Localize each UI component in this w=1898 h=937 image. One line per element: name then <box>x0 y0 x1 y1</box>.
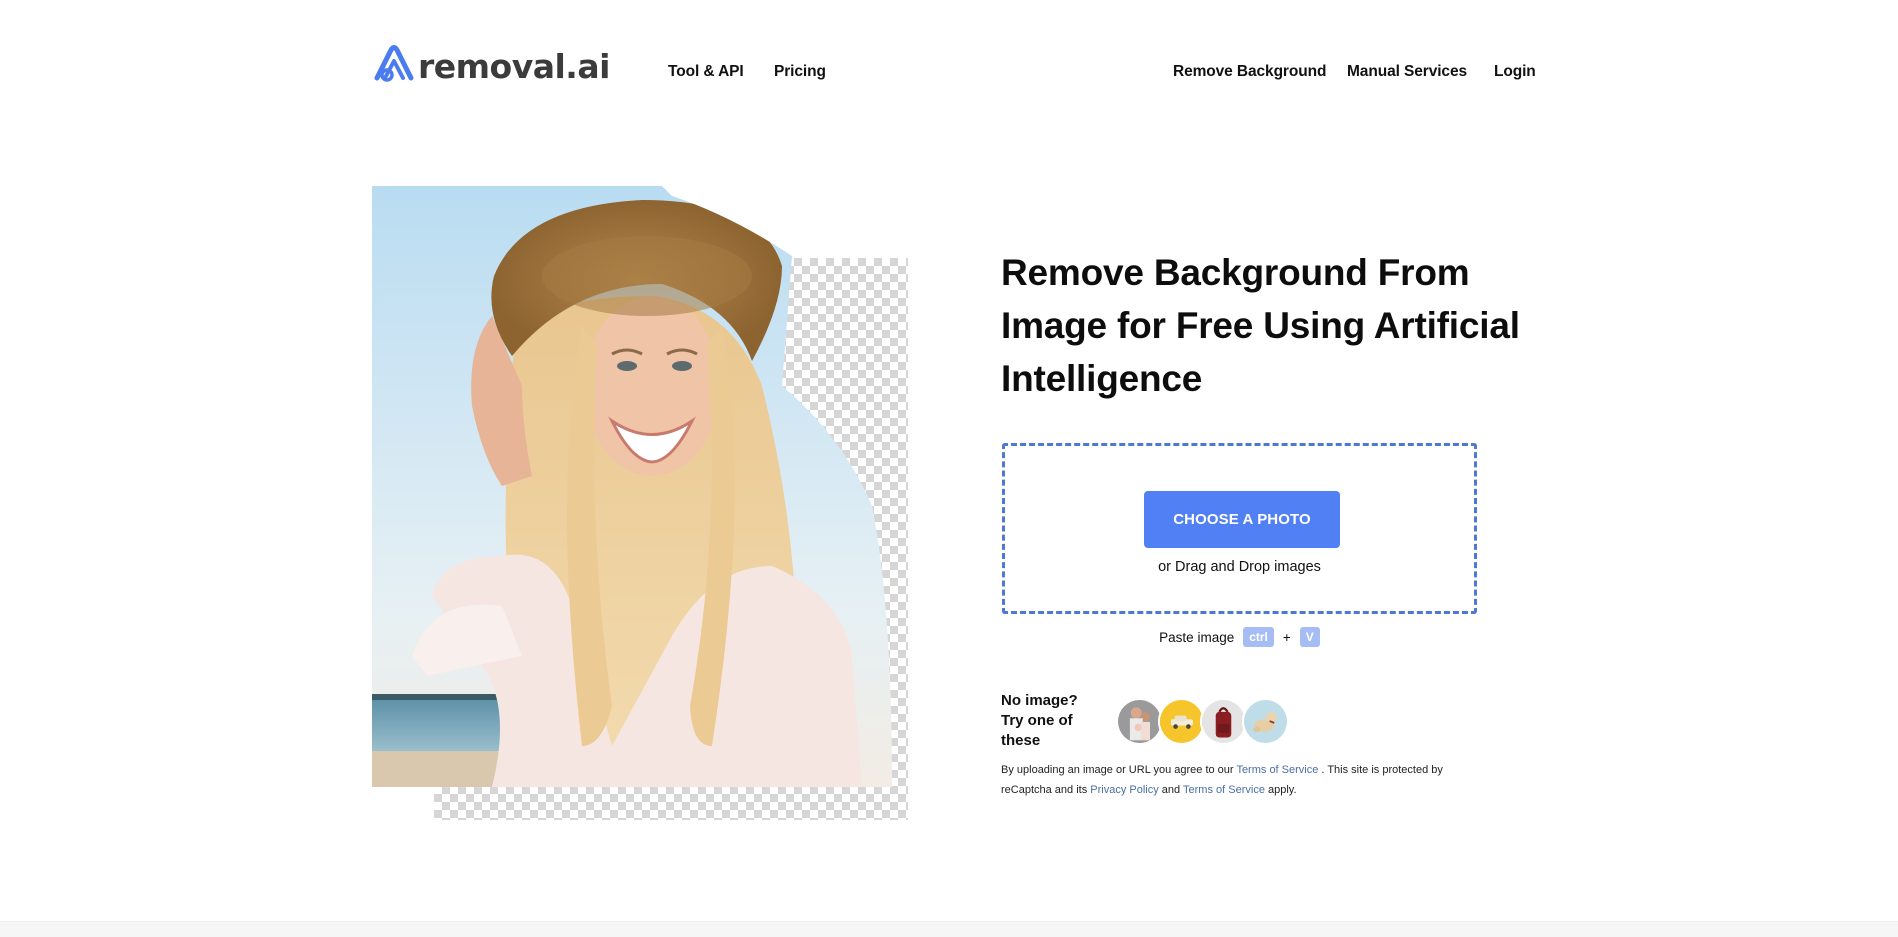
logo-icon <box>374 45 414 82</box>
logo-text: removal.ai <box>418 46 610 86</box>
sample-family-thumbnail[interactable] <box>1116 697 1163 745</box>
sample-prompt: No image? Try one of these <box>1001 691 1116 751</box>
site-header: removal.ai Tool & API Pricing Remove Bac… <box>0 0 1898 140</box>
privacy-policy-link[interactable]: Privacy Policy <box>1090 784 1158 796</box>
recaptcha-terms-link[interactable]: Terms of Service <box>1183 784 1265 796</box>
plus-sign: + <box>1282 629 1291 645</box>
sample-thumbnails <box>1116 697 1289 745</box>
hero-image <box>372 186 908 820</box>
upload-dropzone[interactable]: CHOOSE A PHOTO or Drag and Drop images <box>1002 443 1477 614</box>
sample-car-thumbnail[interactable] <box>1158 697 1205 745</box>
legal-text-1: By uploading an image or URL you agree t… <box>1001 764 1237 776</box>
paste-label: Paste image <box>1159 629 1235 645</box>
nav-remove-background[interactable]: Remove Background <box>1173 63 1326 81</box>
nav-pricing[interactable]: Pricing <box>774 63 826 81</box>
choose-photo-button[interactable]: CHOOSE A PHOTO <box>1144 491 1340 548</box>
ctrl-key-badge: ctrl <box>1243 627 1274 647</box>
paste-hint: Paste image ctrl + V <box>1002 627 1477 647</box>
sample-dog-thumbnail[interactable] <box>1242 697 1289 745</box>
next-section-edge <box>0 921 1898 937</box>
hero-photo <box>372 186 892 787</box>
logo-link[interactable]: removal.ai <box>371 42 610 84</box>
v-key-badge: V <box>1299 627 1320 647</box>
sample-images: No image? Try one of these <box>1001 691 1289 751</box>
nav-login[interactable]: Login <box>1494 63 1536 81</box>
nav-manual-services[interactable]: Manual Services <box>1347 63 1467 81</box>
page-headline: Remove Background From Image for Free Us… <box>1001 252 1520 399</box>
sample-prompt-line1: No image? <box>1001 692 1078 709</box>
legal-text-4: apply. <box>1264 784 1297 796</box>
terms-of-service-link[interactable]: Terms of Service <box>1236 764 1318 776</box>
legal-notice: By uploading an image or URL you agree t… <box>1001 760 1471 800</box>
sample-prompt-line2: Try one of these <box>1001 712 1073 749</box>
drag-drop-hint: or Drag and Drop images <box>1158 559 1321 575</box>
legal-text-3: and <box>1158 784 1184 796</box>
sample-backpack-thumbnail[interactable] <box>1200 697 1247 745</box>
nav-tool-api[interactable]: Tool & API <box>668 63 744 81</box>
